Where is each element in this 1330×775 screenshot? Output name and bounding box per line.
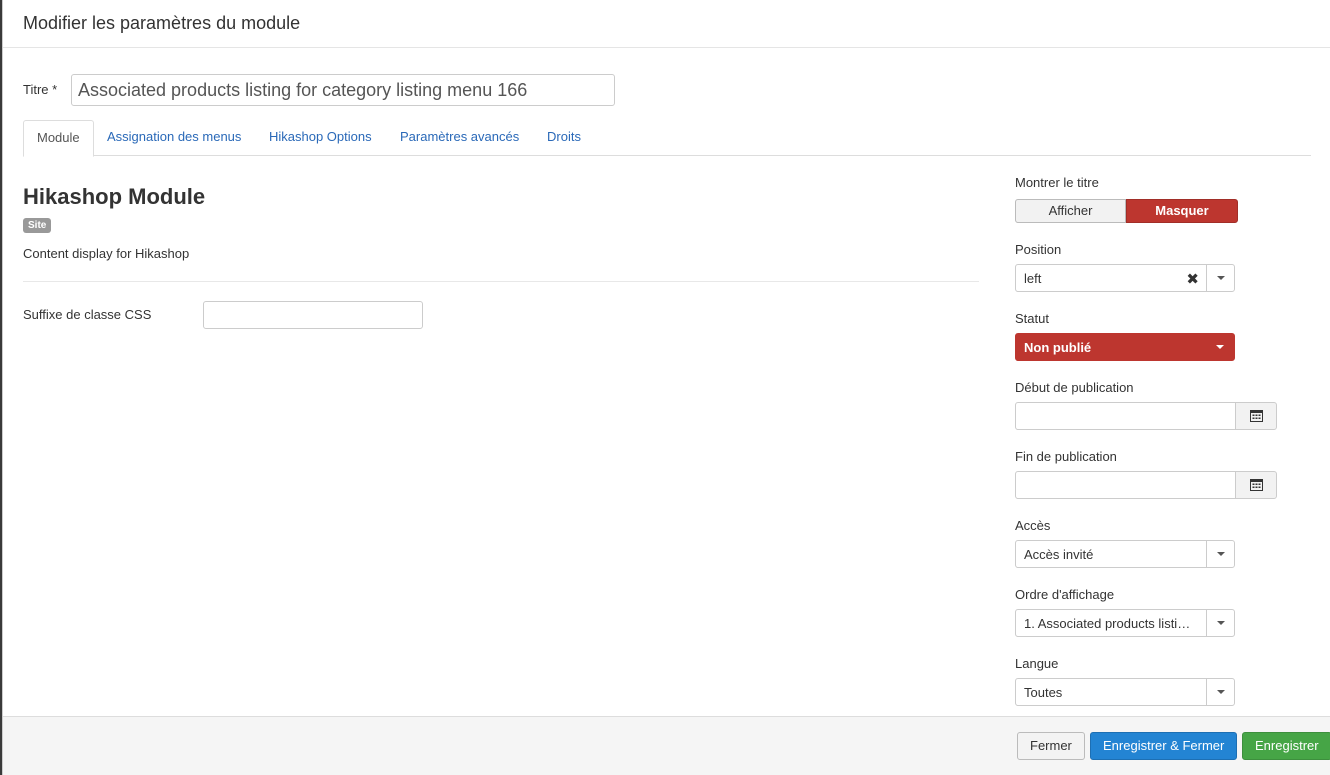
caret-down-icon[interactable] (1206, 679, 1234, 705)
show-title-toggle: Afficher Masquer (1015, 199, 1238, 223)
module-settings-modal: Modifier les paramètres du module Titre … (2, 0, 1330, 775)
publish-down-calendar-button[interactable] (1235, 471, 1277, 499)
show-title-hide-button[interactable]: Masquer (1126, 199, 1238, 223)
title-label: Titre * (23, 82, 58, 97)
publish-down-input[interactable] (1015, 471, 1236, 499)
close-button[interactable]: Fermer (1017, 732, 1085, 760)
site-badge: Site (23, 218, 52, 233)
calendar-icon (1250, 479, 1263, 491)
modal-title: Modifier les paramètres du module (23, 13, 301, 33)
ordering-label: Ordre d'affichage (1015, 587, 1115, 602)
title-input[interactable] (71, 74, 615, 106)
module-title: Hikashop Module (23, 184, 206, 209)
language-label: Langue (1015, 656, 1059, 671)
modal-header: Modifier les paramètres du module (3, 0, 1330, 48)
position-value: left (1024, 271, 1042, 286)
ordering-select[interactable]: 1. Associated products listing for categ… (1015, 609, 1235, 637)
module-description: Content display for Hikashop (23, 246, 190, 261)
tab-menu-assignment[interactable]: Assignation des menus (94, 120, 254, 156)
save-button[interactable]: Enregistrer (1242, 732, 1330, 760)
status-label: Statut (1015, 311, 1049, 326)
position-select[interactable]: left ✖ (1015, 264, 1235, 292)
divider (23, 281, 979, 282)
access-label: Accès (1015, 518, 1051, 533)
calendar-icon (1250, 410, 1263, 422)
save-and-close-button[interactable]: Enregistrer & Fermer (1090, 732, 1238, 760)
caret-down-icon[interactable] (1206, 334, 1234, 360)
tab-hikashop-options[interactable]: Hikashop Options (256, 120, 385, 156)
caret-down-icon[interactable] (1206, 610, 1234, 636)
close-icon[interactable]: ✖ (1186, 270, 1199, 288)
caret-down-icon[interactable] (1206, 265, 1234, 291)
show-title-show-button[interactable]: Afficher (1015, 199, 1126, 223)
access-value: Accès invité (1024, 547, 1094, 562)
ordering-value: 1. Associated products listing for categ… (1024, 616, 1196, 631)
publish-up-input[interactable] (1015, 402, 1236, 430)
tab-bar: Module Assignation des menus Hikashop Op… (23, 120, 1311, 157)
css-suffix-input[interactable] (203, 301, 423, 329)
language-value: Toutes (1024, 685, 1063, 700)
css-suffix-label: Suffixe de classe CSS (23, 307, 152, 322)
status-value: Non publié (1024, 340, 1092, 355)
position-label: Position (1015, 242, 1062, 257)
modal-footer: Fermer Enregistrer & Fermer Enregistrer (3, 716, 1330, 775)
caret-down-icon[interactable] (1206, 541, 1234, 567)
tab-module[interactable]: Module (23, 120, 94, 157)
tab-advanced-settings[interactable]: Paramètres avancés (387, 120, 532, 156)
show-title-label: Montrer le titre (1015, 175, 1099, 190)
publish-up-label: Début de publication (1015, 380, 1134, 395)
publish-down-label: Fin de publication (1015, 449, 1117, 464)
status-select[interactable]: Non publié (1015, 333, 1235, 361)
language-select[interactable]: Toutes (1015, 678, 1235, 706)
access-select[interactable]: Accès invité (1015, 540, 1235, 568)
publish-up-calendar-button[interactable] (1235, 402, 1277, 430)
tab-permissions[interactable]: Droits (534, 120, 594, 156)
